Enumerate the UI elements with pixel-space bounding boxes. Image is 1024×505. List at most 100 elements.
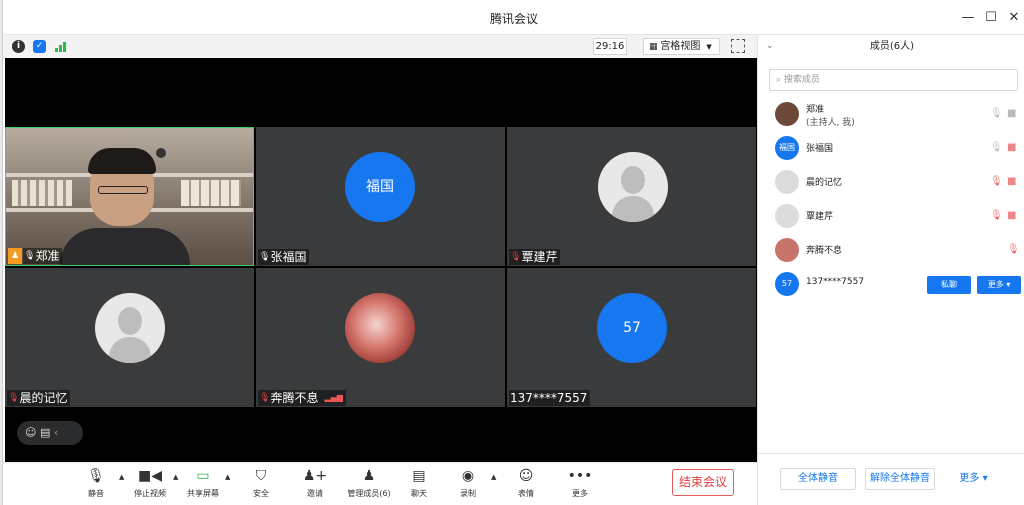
microphone-icon[interactable]: 🎙 xyxy=(990,108,1003,119)
view-mode-label: 宫格视图 xyxy=(660,41,701,52)
panel-header: ⌄ 成员(6人) xyxy=(758,35,1024,58)
members-panel: ⌄ 成员(6人) ⌕ 搜索成员 郑准 (主持人, 我) 🎙 ■ 福国 张福国 🎙… xyxy=(757,35,1024,505)
more-button[interactable]: ••• 更多 xyxy=(557,468,603,499)
emoji-button[interactable]: ☺ 表情 xyxy=(503,468,549,499)
member-row[interactable]: 覃建芹 🎙 ■ xyxy=(758,200,1024,232)
member-more-button[interactable]: 更多 ▾ xyxy=(977,276,1021,294)
member-name: 郑准 xyxy=(806,105,825,115)
chat-label: 聊天 xyxy=(411,489,427,498)
caret-up-icon[interactable]: ▲ xyxy=(491,473,496,481)
more-label: 更多 xyxy=(572,489,588,498)
manage-members-button[interactable]: ♟ 管理成员(6) xyxy=(340,468,398,499)
member-row[interactable]: 晨的记忆 🎙 ■ xyxy=(758,166,1024,198)
share-screen-label: 共享屏幕 xyxy=(187,489,219,498)
avatar xyxy=(775,102,799,126)
manage-members-label: 管理成员(6) xyxy=(347,489,391,498)
chat-icon[interactable]: ▤ xyxy=(40,426,50,439)
tile-name: 郑准 xyxy=(35,249,60,263)
unmute-all-button[interactable]: 解除全体静音 xyxy=(865,468,935,490)
fullscreen-icon[interactable] xyxy=(731,39,745,53)
avatar xyxy=(95,293,165,363)
share-screen-button[interactable]: ▭ 共享屏幕 xyxy=(180,468,226,499)
mic-icon: 🎙 xyxy=(24,251,36,261)
avatar: 57 xyxy=(597,293,667,363)
member-name: 137****7557 xyxy=(806,277,865,287)
tile-name: 137****7557 xyxy=(510,391,588,405)
video-off-icon[interactable]: ■ xyxy=(1007,210,1016,221)
meeting-window: 腾讯会议 — ☐ ✕ i ✓ 29:16 ▦ 宫格视图 ▼ ♟ 🎙 郑准 福国 … xyxy=(2,0,1024,505)
video-off-icon[interactable]: ■ xyxy=(1007,176,1016,187)
signal-icon[interactable] xyxy=(54,41,68,52)
record-label: 录制 xyxy=(460,489,476,498)
members-icon: ♟ xyxy=(362,468,376,484)
video-tile[interactable]: 🎙 晨的记忆 xyxy=(5,268,254,407)
avatar: 57 xyxy=(775,272,799,296)
security-label: 安全 xyxy=(253,489,269,498)
video-camera-icon[interactable]: ■ xyxy=(1007,108,1016,119)
panel-title: 成员(6人) xyxy=(869,41,915,52)
video-tile[interactable]: 🎙 覃建芹 xyxy=(507,127,756,266)
tile-label: 🎙 张福国 xyxy=(258,249,310,265)
view-mode-button[interactable]: ▦ 宫格视图 ▼ xyxy=(643,38,720,55)
video-tile[interactable]: ♟ 🎙 郑准 xyxy=(5,127,254,266)
panel-footer: 全体静音 解除全体静音 更多 ▾ xyxy=(758,453,1024,505)
share-screen-icon: ▭ xyxy=(196,468,210,484)
mic-muted-icon[interactable]: 🎙 xyxy=(990,176,1003,187)
mute-button[interactable]: 🎙 静音 xyxy=(73,468,119,499)
mic-muted-icon[interactable]: 🎙 xyxy=(990,210,1003,221)
private-chat-button[interactable]: 私聊 xyxy=(927,276,971,294)
tile-name: 张福国 xyxy=(270,250,307,264)
video-off-icon[interactable]: ■ xyxy=(1007,142,1016,153)
tile-label: 🎙 奔腾不息 ▂▄▆ xyxy=(258,390,346,406)
video-tile[interactable]: 福国 🎙 张福国 xyxy=(256,127,505,266)
tile-label: 137****7557 xyxy=(509,390,591,406)
invite-button[interactable]: ♟+ 邀请 xyxy=(292,468,338,499)
caret-up-icon[interactable]: ▲ xyxy=(225,473,230,481)
stop-video-button[interactable]: ■◀ 停止视频 xyxy=(127,468,173,499)
member-name: 覃建芹 xyxy=(806,212,834,222)
tile-label: 🎙 晨的记忆 xyxy=(7,390,71,406)
panel-more-button[interactable]: 更多 ▾ xyxy=(945,468,1002,490)
end-meeting-button[interactable]: 结束会议 xyxy=(672,469,734,496)
search-input[interactable]: ⌕ 搜索成员 xyxy=(769,69,1018,91)
info-icon[interactable]: i xyxy=(12,40,25,53)
video-tile[interactable]: 57 137****7557 xyxy=(507,268,756,407)
member-row[interactable]: 郑准 (主持人, 我) 🎙 ■ xyxy=(758,98,1024,130)
microphone-icon[interactable]: 🎙 xyxy=(990,142,1003,153)
tile-label: 🎙 覃建芹 xyxy=(509,249,561,265)
member-row[interactable]: 奔腾不息 🎙 xyxy=(758,234,1024,266)
member-row[interactable]: 福国 张福国 🎙 ■ xyxy=(758,132,1024,164)
camera-feed xyxy=(6,128,253,265)
avatar xyxy=(775,204,799,228)
chat-button[interactable]: ▤ 聊天 xyxy=(396,468,442,499)
mic-muted-icon[interactable]: 🎙 xyxy=(1007,244,1020,255)
tile-name: 晨的记忆 xyxy=(19,391,68,405)
caret-up-icon[interactable]: ▲ xyxy=(119,473,124,481)
mute-all-button[interactable]: 全体静音 xyxy=(780,468,856,490)
close-icon[interactable]: ✕ xyxy=(1004,8,1024,28)
window-title: 腾讯会议 xyxy=(489,12,538,26)
mic-icon: 🎙 xyxy=(259,252,271,262)
chevron-down-icon[interactable]: ⌄ xyxy=(766,35,774,58)
security-button[interactable]: ⛉ 安全 xyxy=(238,468,284,499)
mic-muted-icon: 🎙 xyxy=(8,393,20,403)
shield-icon[interactable]: ✓ xyxy=(33,40,46,53)
minimize-icon[interactable]: — xyxy=(958,8,978,28)
caret-up-icon[interactable]: ▲ xyxy=(173,473,178,481)
avatar xyxy=(775,238,799,262)
more-icon: ••• xyxy=(567,468,593,484)
floating-controls[interactable]: ☺ ▤ ‹ xyxy=(17,421,83,445)
chevron-left-icon[interactable]: ‹ xyxy=(54,426,58,439)
maximize-icon[interactable]: ☐ xyxy=(981,8,1001,28)
emoji-icon[interactable]: ☺ xyxy=(25,426,36,439)
avatar xyxy=(598,152,668,222)
grid-icon: ▦ xyxy=(649,42,661,52)
member-row[interactable]: 57 137****7557 私聊 更多 ▾ xyxy=(758,268,1024,300)
record-button[interactable]: ◉ 录制 xyxy=(445,468,491,499)
video-tile[interactable]: 🎙 奔腾不息 ▂▄▆ xyxy=(256,268,505,407)
chat-icon: ▤ xyxy=(412,468,426,484)
host-badge-icon: ♟ xyxy=(8,248,22,264)
tile-label: 🎙 郑准 xyxy=(23,248,63,264)
video-stage: ♟ 🎙 郑准 福国 🎙 张福国 🎙 覃建芹 🎙 晨的记忆 🎙 奔腾不息 ▂▄▆ 57 137… xyxy=(5,58,757,462)
stop-video-label: 停止视频 xyxy=(134,489,166,498)
